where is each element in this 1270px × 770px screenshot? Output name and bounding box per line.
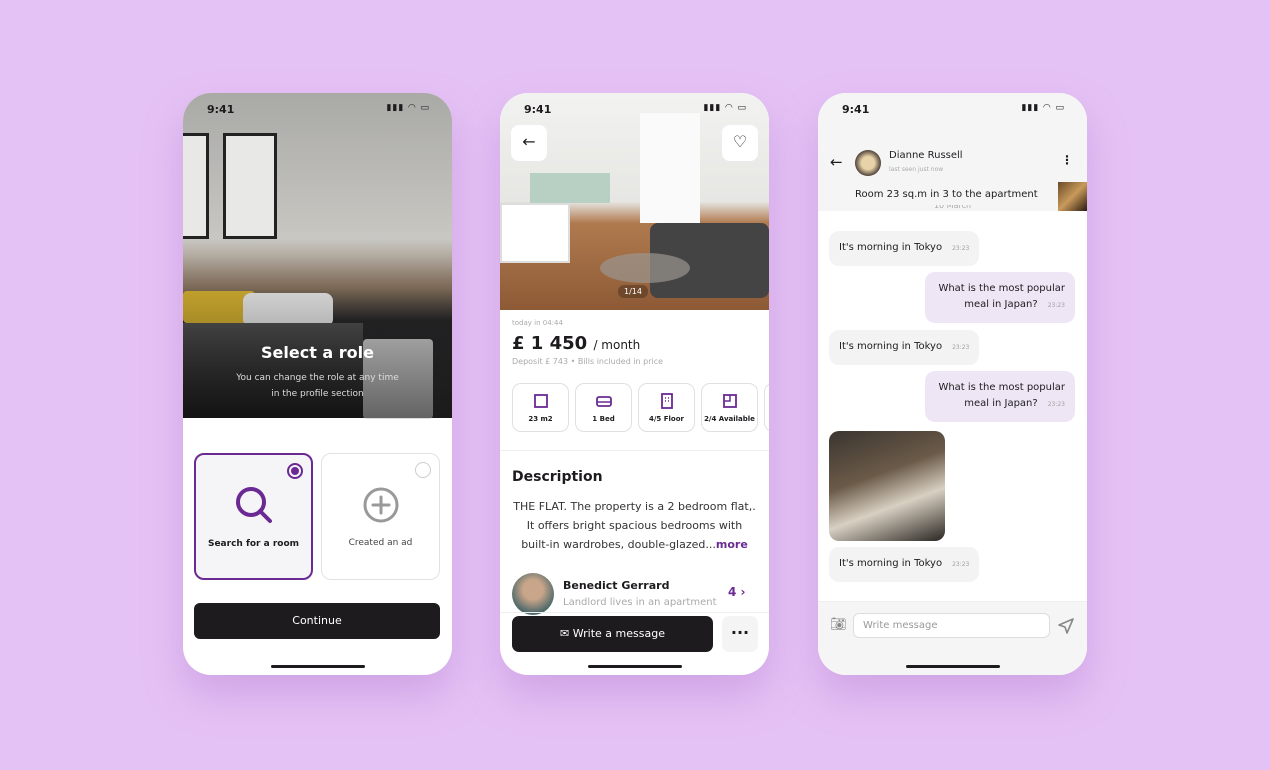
kebab-menu-icon[interactable]: ⋮: [1061, 153, 1073, 167]
more-link[interactable]: more: [716, 538, 748, 551]
mail-icon: ✉: [560, 627, 570, 640]
back-button[interactable]: ←: [511, 125, 547, 161]
message-incoming: It's morning in Tokyo 23:23: [829, 547, 980, 582]
radio-selected[interactable]: [287, 463, 303, 479]
status-icons: ▮▮▮ ◠ ▭: [1021, 103, 1065, 113]
plus-circle-icon: [363, 487, 399, 523]
last-seen: last seen just now: [889, 166, 944, 173]
message-incoming: It's morning in Tokyo 23:23: [829, 330, 980, 365]
home-indicator: [587, 665, 682, 668]
more-options-button[interactable]: ···: [722, 616, 758, 652]
camera-icon[interactable]: 📷︎: [830, 617, 847, 632]
photo-counter: 1/14: [618, 285, 648, 298]
arrow-left-icon: ←: [522, 132, 536, 151]
role-option-search[interactable]: Search for a room: [194, 453, 313, 580]
home-indicator: [270, 665, 365, 668]
landlord-listings[interactable]: 4 ›: [728, 585, 746, 599]
option-label: Created an ad: [348, 538, 413, 548]
chevron-right-icon: ›: [740, 585, 746, 599]
status-icons: ▮▮▮ ◠ ▭: [386, 103, 430, 113]
role-option-create-ad[interactable]: Created an ad: [321, 453, 440, 580]
status-time: 9:41: [524, 103, 552, 116]
heart-icon: ♡: [732, 132, 748, 151]
landlord-name[interactable]: Benedict Gerrard: [563, 579, 669, 592]
price: £ 1 450 / month: [512, 333, 641, 354]
select-role-screen: 9:41 ▮▮▮ ◠ ▭ Select a role You can change…: [183, 93, 452, 675]
avatar[interactable]: [512, 573, 554, 615]
image-message[interactable]: [829, 431, 945, 541]
bed-icon: [595, 396, 612, 407]
chat-screen: 9:41 ▮▮▮ ◠ ▭ ← Dianne Russell last seen j…: [818, 93, 1087, 675]
message-outgoing: What is the most popular meal in Japan? 2…: [925, 371, 1075, 422]
arrow-left-icon: ←: [830, 153, 843, 171]
status-icons: ▮▮▮ ◠ ▭: [703, 103, 747, 113]
send-icon[interactable]: [1058, 618, 1074, 634]
avatar[interactable]: [855, 150, 881, 176]
page-subtitle: You can change the role at any time in th…: [236, 373, 399, 399]
description-title: Description: [512, 469, 603, 485]
message-input[interactable]: Write message: [853, 613, 1050, 638]
area-icon: [533, 394, 548, 408]
home-indicator: [905, 665, 1000, 668]
feature-available: 2/4 Available: [701, 383, 758, 432]
landlord-subtitle: Landlord lives in an apartment: [563, 597, 717, 608]
continue-button[interactable]: Continue: [194, 603, 440, 639]
date-separator: 10 March: [933, 205, 972, 210]
contact-name: Dianne Russell: [889, 150, 963, 161]
message-incoming: It's morning in Tokyo 23:23: [829, 231, 980, 266]
back-button[interactable]: ←: [830, 153, 843, 171]
status-time: 9:41: [207, 103, 235, 116]
page-title: Select a role: [261, 343, 374, 362]
feature-area: 23 m2: [512, 383, 569, 432]
posted-time: today in 04:44: [512, 319, 563, 327]
building-icon: [660, 393, 673, 409]
room-icon: [722, 394, 737, 408]
message-outgoing: What is the most popular meal in Japan? 2…: [925, 272, 1075, 323]
description-text: THE FLAT. The property is a 2 bedroom fl…: [513, 500, 756, 551]
write-message-button[interactable]: ✉ Write a message: [512, 616, 713, 652]
pinned-listing[interactable]: Room 23 sq.m in 3 to the apartment: [855, 189, 1038, 200]
divider: [500, 450, 769, 451]
search-icon: [236, 487, 272, 523]
listing-screen: 9:41 ▮▮▮ ◠ ▭ ← ♡ 1/14 today in 04:44 £ 1 …: [500, 93, 769, 675]
feature-floor: 4/5 Floor: [638, 383, 695, 432]
feature-bed: 1 Bed: [575, 383, 632, 432]
option-label: Search for a room: [207, 539, 300, 549]
status-time: 9:41: [842, 103, 870, 116]
price-details: Deposit £ 743 • Bills included in price: [512, 357, 664, 366]
favorite-button[interactable]: ♡: [722, 125, 758, 161]
feature-more: [764, 383, 769, 432]
radio-unselected[interactable]: [415, 462, 431, 478]
